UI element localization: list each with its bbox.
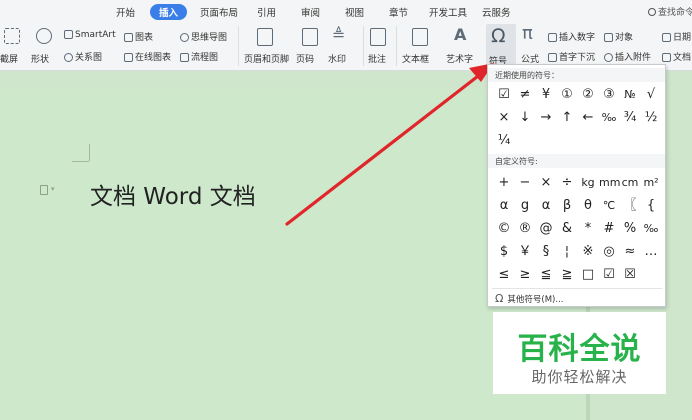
symbol-item[interactable]: ≦ (536, 265, 556, 285)
symbol-item[interactable]: ← (578, 108, 598, 128)
symbol-item[interactable]: α (494, 196, 514, 216)
symbol-item[interactable]: ① (557, 85, 577, 105)
recent-symbols-title: 近期使用的符号： (495, 71, 559, 80)
symbol-item[interactable]: ☑ (494, 85, 514, 105)
watermark-title: 百科全说 (517, 332, 642, 367)
symbol-item[interactable]: @ (536, 219, 556, 239)
symbol-item[interactable]: ☑ (599, 265, 619, 285)
symbol-item[interactable]: ￥ (515, 242, 535, 262)
symbol-item[interactable]: $ (494, 242, 514, 262)
symbol-item[interactable]: ☒ (620, 265, 640, 285)
symbol-item[interactable]: ↑ (557, 108, 577, 128)
symbol-item[interactable]: mm (599, 173, 620, 193)
omega-icon: Ω (495, 292, 504, 305)
symbol-item[interactable]: − (515, 173, 535, 193)
symbol-item[interactable]: ¾ (620, 108, 640, 128)
symbol-item[interactable]: & (557, 219, 577, 239)
symbol-item[interactable]: ≤ (494, 265, 514, 285)
symbol-item[interactable]: β (557, 196, 577, 216)
symbol-item[interactable]: ÷ (557, 173, 577, 193)
symbol-item[interactable]: % (620, 219, 640, 239)
symbol-item[interactable]: ≈ (620, 242, 640, 262)
symbol-item[interactable]: ≠ (515, 85, 535, 105)
more-symbols-label: 其他符号(M)... (507, 295, 564, 305)
symbol-item[interactable]: ¼ (494, 131, 514, 151)
symbol-item[interactable]: → (536, 108, 556, 128)
symbol-item[interactable]: { (641, 196, 661, 216)
symbol-item[interactable]: ¥ (536, 85, 556, 105)
symbol-item[interactable]: * (578, 219, 598, 239)
symbol-item[interactable]: ※ (578, 242, 598, 262)
symbol-item[interactable]: ③ (599, 85, 619, 105)
symbol-item[interactable]: ® (515, 219, 535, 239)
symbol-dropdown: 近期使用的符号： ☑ ≠ ¥ ① ② ③ № √ × ↓ → ↑ ← ‰ ¾ ½… (487, 64, 666, 307)
symbol-item[interactable]: + (494, 173, 514, 193)
symbol-item[interactable]: № (620, 85, 640, 105)
symbol-item[interactable]: ‰ (641, 219, 661, 239)
symbol-item[interactable]: α (536, 196, 556, 216)
symbol-item[interactable]: kg (578, 173, 598, 193)
symbol-item[interactable]: × (494, 108, 514, 128)
symbol-item[interactable]: ↓ (515, 108, 535, 128)
symbol-item[interactable]: × (536, 173, 556, 193)
brand-watermark: 百科全说 助你轻松解决 (493, 312, 666, 394)
symbol-item[interactable]: § (536, 242, 556, 262)
dropdown-divider (492, 288, 662, 289)
symbol-item[interactable]: 〖 (620, 196, 640, 216)
symbol-item[interactable]: cm (620, 173, 640, 193)
symbol-item[interactable]: ≥ (515, 265, 535, 285)
symbol-item[interactable]: ℃ (599, 196, 619, 216)
symbol-item[interactable]: ‰ (599, 108, 619, 128)
symbol-item[interactable]: m² (641, 173, 661, 193)
symbol-item[interactable]: ② (578, 85, 598, 105)
symbol-item[interactable]: ≧ (557, 265, 577, 285)
symbol-item[interactable]: © (494, 219, 514, 239)
symbol-item[interactable]: √ (641, 85, 661, 105)
symbol-item[interactable]: ½ (641, 108, 661, 128)
symbol-item[interactable]: g (515, 196, 535, 216)
arrow-shaft (285, 71, 484, 226)
symbol-item[interactable]: ◎ (599, 242, 619, 262)
more-symbols-item[interactable]: Ω 其他符号(M)... (495, 292, 563, 305)
watermark-subtitle: 助你轻松解决 (531, 368, 628, 386)
symbol-item[interactable]: θ (578, 196, 598, 216)
symbol-item[interactable]: # (599, 219, 619, 239)
symbol-item[interactable]: … (641, 242, 661, 262)
symbol-item[interactable]: ¦ (557, 242, 577, 262)
custom-symbols-title: 自定义符号: (495, 157, 538, 166)
symbol-item[interactable]: □ (578, 265, 598, 285)
